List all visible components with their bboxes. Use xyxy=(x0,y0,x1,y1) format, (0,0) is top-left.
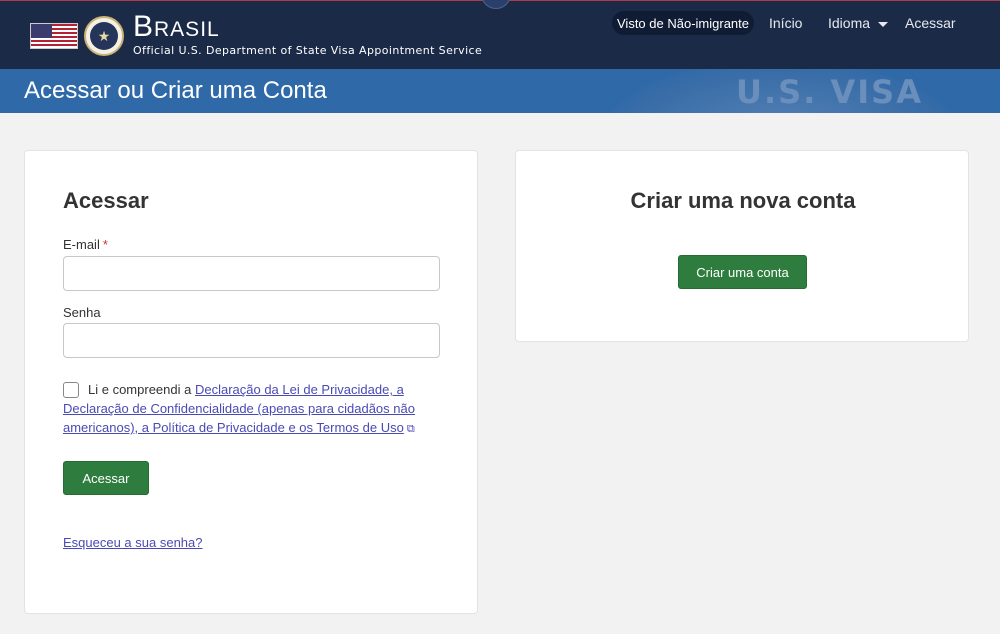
email-label: E-mail * xyxy=(63,237,108,252)
login-button[interactable]: Acessar xyxy=(63,461,149,495)
site-header: ★ Brasil Official U.S. Department of Sta… xyxy=(0,0,1000,69)
nav-language[interactable]: Idioma xyxy=(828,15,889,31)
email-label-text: E-mail xyxy=(63,237,100,252)
required-marker: * xyxy=(102,237,108,252)
page-title: Acessar ou Criar uma Conta xyxy=(24,77,327,104)
password-field[interactable] xyxy=(63,323,440,358)
page-banner: U.S. VISA Acessar ou Criar uma Conta xyxy=(0,69,1000,113)
create-account-card: Criar uma nova conta Criar uma conta xyxy=(515,150,969,342)
login-heading: Acessar xyxy=(63,188,149,213)
create-account-heading: Criar uma nova conta xyxy=(630,188,856,213)
brand-title[interactable]: Brasil xyxy=(133,10,220,44)
external-link-icon: ⧉ xyxy=(406,423,415,435)
state-department-seal-icon: ★ xyxy=(84,16,124,56)
caret-down-icon xyxy=(878,21,889,27)
terms-text: Li e compreendi a Declaração da Lei de P… xyxy=(63,380,423,439)
password-label: Senha xyxy=(63,305,101,320)
brand-subtitle: Official U.S. Department of State Visa A… xyxy=(133,44,483,57)
email-field[interactable] xyxy=(63,256,440,291)
us-flag-icon xyxy=(30,23,78,49)
terms-prefix: Li e compreendi a xyxy=(88,382,195,397)
visa-stamp-text: U.S. VISA xyxy=(736,73,923,111)
login-card: Acessar E-mail * Senha Li e compreendi a … xyxy=(24,150,478,614)
create-account-button[interactable]: Criar uma conta xyxy=(678,255,807,289)
nav-visa-type[interactable]: Visto de Não-imigrante xyxy=(612,11,754,35)
top-notch-decoration xyxy=(481,0,511,9)
forgot-password-link[interactable]: Esqueceu a sua senha? xyxy=(63,535,203,550)
nav-login[interactable]: Acessar xyxy=(905,15,956,31)
nav-language-label: Idioma xyxy=(828,15,871,31)
nav-home[interactable]: Início xyxy=(769,15,802,31)
